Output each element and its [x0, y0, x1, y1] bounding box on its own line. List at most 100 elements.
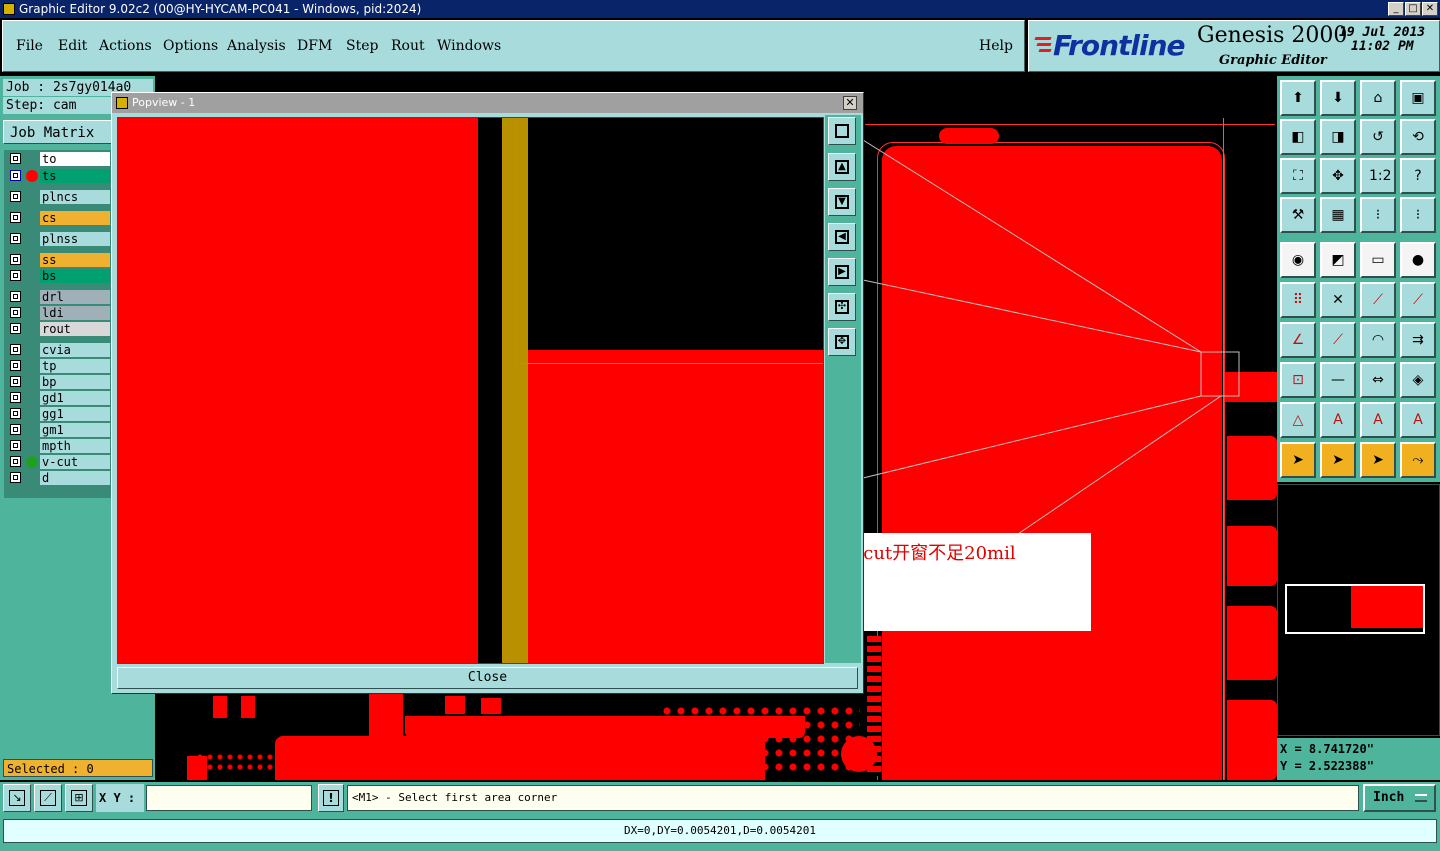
circle-button[interactable]: ● [1400, 242, 1436, 278]
menu-rout[interactable]: Rout [391, 38, 425, 54]
move-left-button[interactable]: ◧ [1280, 119, 1316, 155]
layer-name[interactable]: plnss [40, 232, 110, 246]
shape-button[interactable]: ◈ [1400, 362, 1436, 398]
layer-name[interactable]: mpth [40, 439, 110, 453]
layer-row[interactable]: plnss [6, 232, 110, 246]
maximize-button[interactable]: □ [1405, 2, 1421, 16]
tools-button[interactable]: ⚒ [1280, 197, 1316, 233]
popview-close-button[interactable]: Close [117, 667, 858, 689]
layer-checkbox[interactable] [10, 424, 21, 435]
layer-row[interactable]: ss [6, 253, 110, 267]
layers-alt-button[interactable]: ⁝ [1400, 197, 1436, 233]
layer-checkbox[interactable] [10, 233, 21, 244]
layer-checkbox[interactable] [10, 270, 21, 281]
layer-name[interactable]: bs [40, 269, 110, 283]
layer-row[interactable]: ldi [6, 306, 110, 320]
grid-button[interactable]: ▦ [1320, 197, 1356, 233]
layer-row[interactable]: d [6, 471, 110, 485]
layer-row[interactable]: plncs [6, 190, 110, 204]
angle-button[interactable]: ∠ [1280, 322, 1316, 358]
layer-checkbox[interactable] [10, 170, 21, 181]
pan-down-button[interactable]: ▼ [828, 188, 856, 216]
exclamation-button[interactable]: ! [318, 784, 344, 812]
arc-button[interactable]: ◠ [1360, 322, 1396, 358]
layer-checkbox[interactable] [10, 323, 21, 334]
zoom-fit-button[interactable] [828, 117, 856, 145]
minimize-button[interactable]: _ [1388, 2, 1404, 16]
feature-button[interactable]: ⇉ [1400, 322, 1436, 358]
zoom-fit-button[interactable]: ⛶ [1280, 158, 1316, 194]
net-button[interactable]: ⟋ [1360, 282, 1396, 318]
pan-right-button[interactable]: ▶ [828, 258, 856, 286]
move-up-button[interactable]: ⬆ [1280, 80, 1316, 116]
layer-checkbox[interactable] [10, 212, 21, 223]
menu-file[interactable]: File [16, 38, 43, 54]
ruler-button[interactable]: ▭ [1360, 242, 1396, 278]
layer-row[interactable]: drl [6, 290, 110, 304]
layer-name[interactable]: ts [40, 169, 110, 183]
layer-row[interactable]: gd1 [6, 391, 110, 405]
layer-name[interactable]: rout [40, 322, 110, 336]
layer-name[interactable]: to [40, 152, 110, 166]
measure-button[interactable]: ⟋ [34, 784, 62, 812]
layer-row[interactable]: to [6, 152, 110, 166]
route-button[interactable]: ⤳ [1400, 442, 1436, 478]
layer-row[interactable]: gm1 [6, 423, 110, 437]
layer-checkbox[interactable] [10, 344, 21, 355]
pan-up-button[interactable]: ▲ [828, 153, 856, 181]
menu-dfm[interactable]: DFM [297, 38, 332, 54]
cross-button[interactable]: ✕ [1320, 282, 1356, 318]
pan-left-button[interactable]: ◀ [828, 223, 856, 251]
layer-row[interactable]: tp [6, 359, 110, 373]
layer-name[interactable]: v-cut [40, 455, 110, 469]
line-select-button[interactable]: ◩ [1320, 242, 1356, 278]
layer-name[interactable]: ss [40, 253, 110, 267]
text-a-line-button[interactable]: A [1400, 402, 1436, 438]
layer-name[interactable]: gd1 [40, 391, 110, 405]
rotate-button[interactable]: ⟲ [1400, 119, 1436, 155]
slash-button[interactable]: ⟋ [1320, 322, 1356, 358]
layer-name[interactable]: ldi [40, 306, 110, 320]
menu-step[interactable]: Step [346, 38, 378, 54]
measure-button[interactable]: ⇔ [1360, 362, 1396, 398]
zoom-in-button[interactable]: ✣ [828, 293, 856, 321]
popview-canvas[interactable] [117, 117, 824, 664]
pointer-highlight-button[interactable]: ➤ [1360, 442, 1396, 478]
triangle-button[interactable]: △ [1280, 402, 1316, 438]
layer-checkbox[interactable] [10, 456, 21, 467]
one-to-one-button[interactable]: 1:2 [1360, 158, 1396, 194]
menu-edit[interactable]: Edit [58, 38, 87, 54]
layer-row[interactable]: ts [6, 169, 110, 183]
layer-checkbox[interactable] [10, 307, 21, 318]
layer-checkbox[interactable] [10, 392, 21, 403]
layer-name[interactable]: drl [40, 290, 110, 304]
pin-button[interactable]: ⟋ [1400, 282, 1436, 318]
overview-map[interactable] [1277, 484, 1440, 736]
layer-checkbox[interactable] [10, 191, 21, 202]
home-button[interactable]: ⌂ [1360, 80, 1396, 116]
layer-checkbox[interactable] [10, 360, 21, 371]
layer-checkbox[interactable] [10, 408, 21, 419]
layer-name[interactable]: bp [40, 375, 110, 389]
snap-point-button[interactable]: ⊡ [1280, 362, 1316, 398]
move-right-button[interactable]: ◨ [1320, 119, 1356, 155]
pointer-button[interactable]: ➤ [1280, 442, 1316, 478]
layer-checkbox[interactable] [10, 440, 21, 451]
layer-name[interactable]: d [40, 471, 110, 485]
pad-button[interactable]: ◉ [1280, 242, 1316, 278]
layer-row[interactable]: mpth [6, 439, 110, 453]
menu-actions[interactable]: Actions [99, 38, 152, 54]
layer-name[interactable]: gg1 [40, 407, 110, 421]
move-down-button[interactable]: ⬇ [1320, 80, 1356, 116]
grid-button[interactable]: ⊞ [65, 784, 93, 812]
layer-name[interactable]: cvia [40, 343, 110, 357]
menu-windows[interactable]: Windows [437, 38, 501, 54]
units-selector[interactable]: Inch [1363, 784, 1436, 812]
layer-name[interactable]: cs [40, 211, 110, 225]
menu-help[interactable]: Help [979, 38, 1013, 54]
layer-name[interactable]: plncs [40, 190, 110, 204]
layer-row[interactable]: bp [6, 375, 110, 389]
help-question-button[interactable]: ? [1400, 158, 1436, 194]
zoom-out-button[interactable]: ✥ [828, 328, 856, 356]
layer-row[interactable]: cvia [6, 343, 110, 357]
